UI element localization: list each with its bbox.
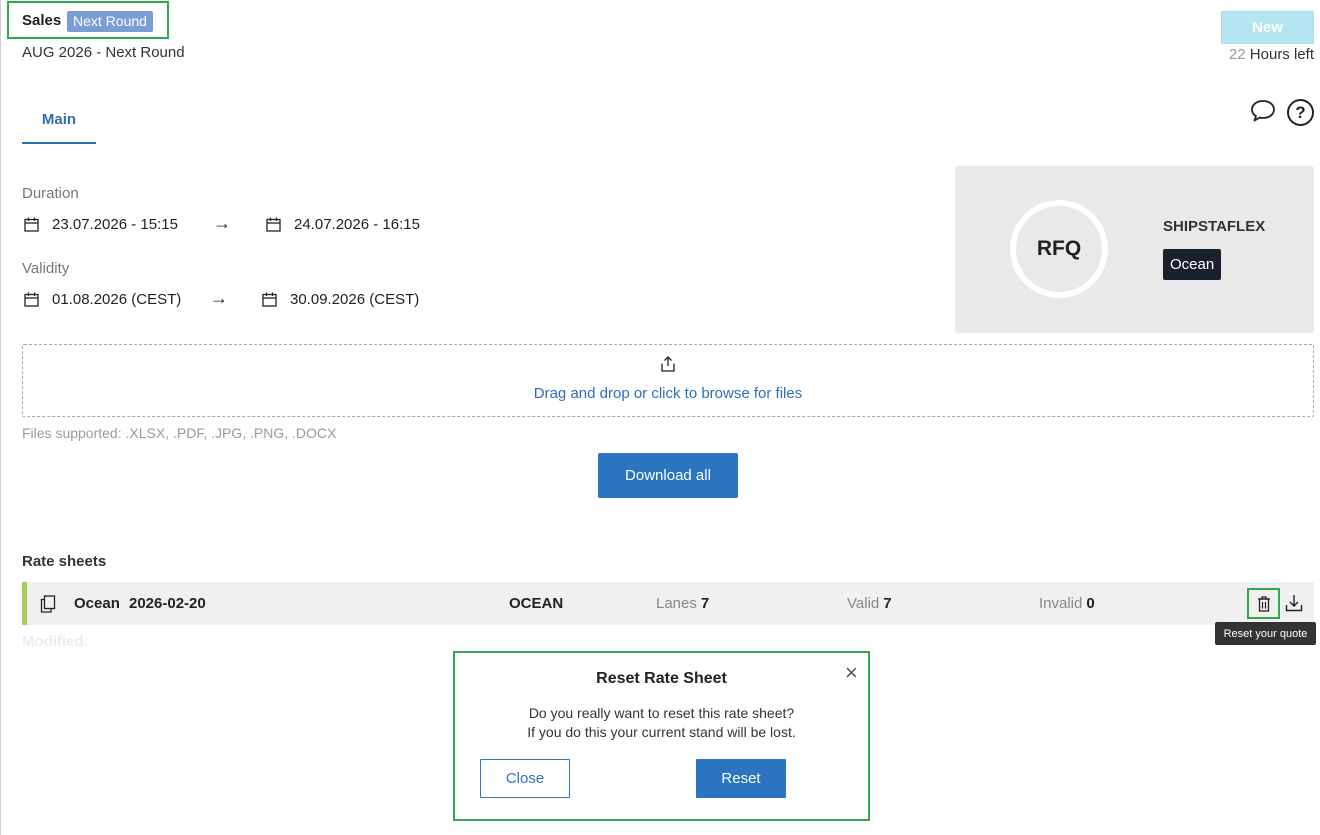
hours-left-label: Hours left: [1249, 46, 1314, 63]
validity-end-value: 30.09.2026 (CEST): [290, 291, 420, 308]
page-title: Sales: [22, 12, 62, 29]
duration-end[interactable]: 24.07.2026 - 16:15: [266, 216, 420, 233]
help-glyph: ?: [1295, 102, 1306, 122]
chat-bubble-icon[interactable]: [1250, 99, 1276, 123]
trash-icon: [1257, 595, 1270, 612]
validity-label: Validity: [22, 260, 70, 277]
page-left-border: [0, 0, 1, 835]
reset-tooltip: Reset your quote: [1215, 622, 1316, 645]
rate-sheet-name: Ocean: [74, 595, 120, 612]
validity-end[interactable]: 30.09.2026 (CEST): [262, 291, 419, 308]
arrow-right-icon: →: [213, 213, 231, 233]
reset-button[interactable]: Reset: [696, 759, 786, 798]
dialog-message: Do you really want to reset this rate sh…: [455, 704, 868, 742]
rate-sheets-title: Rate sheets: [22, 553, 107, 570]
page-subtitle: AUG 2026 - Next Round: [22, 44, 185, 61]
rfq-type-circle: RFQ: [1010, 200, 1108, 298]
duration-start[interactable]: 23.07.2026 - 15:15: [24, 216, 178, 233]
dialog-message-line1: Do you really want to reset this rate sh…: [528, 705, 795, 721]
document-icon: [40, 595, 56, 613]
dropzone-text[interactable]: Drag and drop or click to browse for fil…: [0, 385, 1320, 402]
duration-start-value: 23.07.2026 - 15:15: [52, 216, 178, 233]
close-button[interactable]: Close: [480, 759, 570, 798]
dialog-message-line2: If you do this your current stand will b…: [527, 724, 796, 740]
upload-icon[interactable]: [660, 356, 676, 372]
arrow-right-icon: →: [210, 288, 228, 308]
calendar-icon: [262, 292, 277, 307]
valid-value: 7: [883, 595, 892, 612]
rfq-card: RFQ SHIPSTAFLEX Ocean: [955, 166, 1314, 333]
file-dropzone[interactable]: [22, 344, 1314, 417]
files-supported-note: Files supported: .XLSX, .PDF, .JPG, .PNG…: [22, 425, 337, 441]
validity-start-value: 01.08.2026 (CEST): [52, 291, 182, 308]
duration-label: Duration: [22, 185, 79, 202]
tab-main[interactable]: Main: [22, 108, 96, 144]
duration-end-value: 24.07.2026 - 16:15: [294, 216, 420, 233]
rate-sheet-date: 2026-02-20: [129, 595, 206, 612]
round-badge: Next Round: [67, 11, 153, 32]
status-new-button[interactable]: New: [1221, 11, 1314, 44]
rfq-mode-badge: Ocean: [1163, 249, 1222, 280]
calendar-icon: [24, 292, 39, 307]
lanes-stat: Lanes 7: [656, 595, 709, 612]
reset-rate-sheet-dialog: Reset Rate Sheet × Do you really want to…: [453, 651, 870, 821]
download-all-button[interactable]: Download all: [598, 453, 738, 498]
valid-stat: Valid 7: [847, 595, 892, 612]
lanes-value: 7: [700, 595, 710, 612]
modified-label: Modified:: [22, 633, 89, 650]
invalid-value: 0: [1086, 595, 1095, 612]
reset-trash-button[interactable]: [1247, 588, 1280, 619]
close-icon[interactable]: ×: [845, 662, 858, 684]
valid-label: Valid: [847, 595, 880, 612]
rfq-company-name: SHIPSTAFLEX: [1163, 218, 1266, 235]
dialog-title: Reset Rate Sheet: [596, 670, 727, 687]
help-icon[interactable]: ?: [1287, 99, 1314, 126]
calendar-icon: [266, 217, 281, 232]
download-icon[interactable]: [1285, 594, 1303, 612]
lanes-label: Lanes: [656, 595, 697, 612]
hours-left: 22 Hours left: [1229, 46, 1314, 63]
rate-sheet-mode: OCEAN: [509, 595, 564, 612]
validity-start[interactable]: 01.08.2026 (CEST): [24, 291, 181, 308]
hours-left-value: 22: [1228, 46, 1246, 63]
invalid-stat: Invalid 0: [1039, 595, 1095, 612]
calendar-icon: [24, 217, 39, 232]
invalid-label: Invalid: [1039, 595, 1083, 612]
